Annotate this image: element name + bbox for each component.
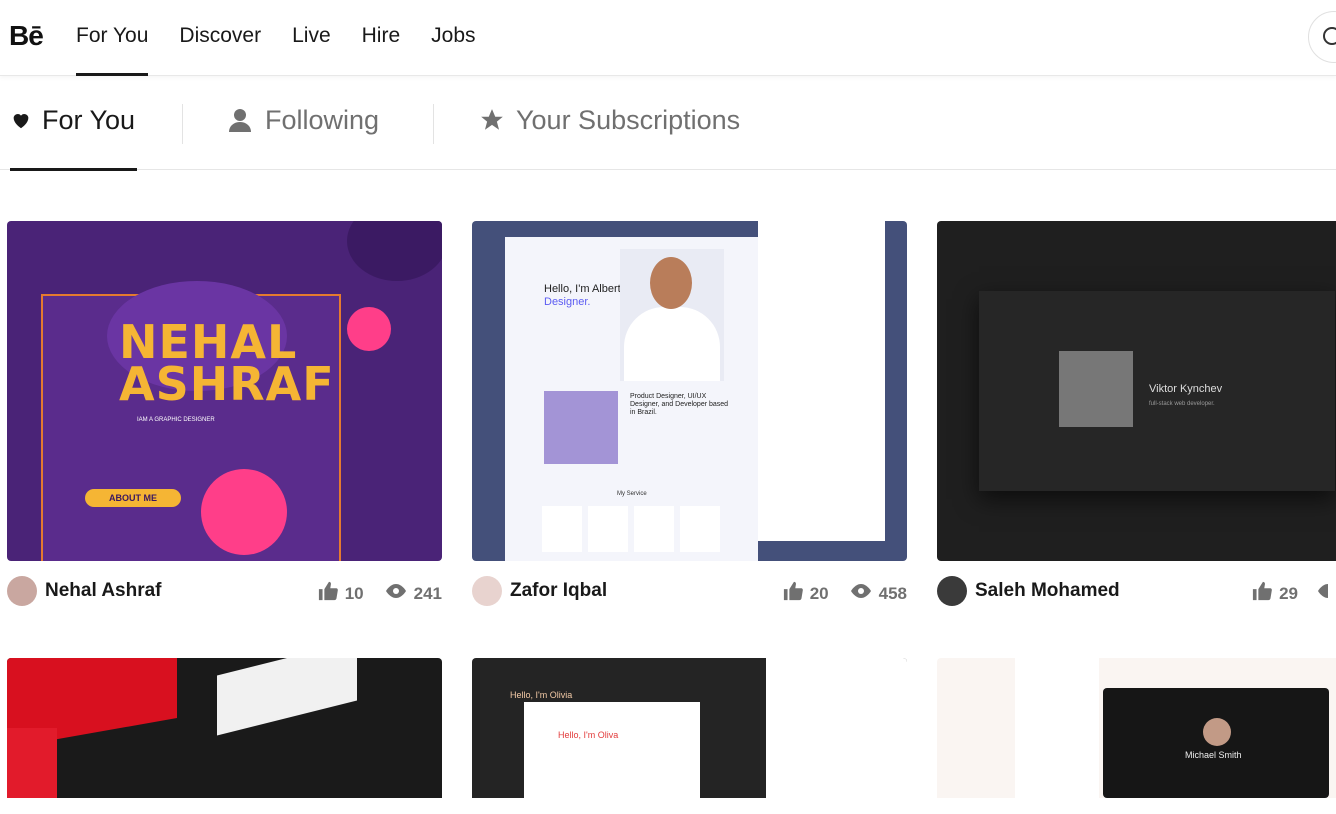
tab-following-label: Following [265,105,380,135]
project-thumbnail[interactable]: Michael Smith [937,658,1336,798]
project-meta: Zafor Iqbal 20 458 [472,576,907,608]
search-icon [1323,27,1336,45]
avatar[interactable] [937,576,967,606]
thumb-column [766,658,907,798]
thumbs-up-icon [317,581,339,606]
likes-count: 29 [1279,583,1298,603]
avatar[interactable] [472,576,502,606]
thumb-photo [544,391,618,464]
views-count: 458 [878,583,907,603]
project-thumbnail[interactable]: Hello, I'm Albert, a UI/UX Designer. Prod… [472,221,907,561]
project-stats: 29 [1251,581,1336,606]
thumb-avatar [1203,718,1231,746]
project-stats: 20 458 [782,581,907,606]
project-stats: 10 241 [317,581,442,606]
tab-following[interactable]: Following [227,105,379,169]
project-thumbnail[interactable]: Viktor Kynchev full-stack web developer. [937,221,1336,561]
feed-tabs: For You Following Your Subscriptions [0,76,1336,171]
project-thumbnail[interactable]: NEHAL ASHRAF IAM A GRAPHIC DESIGNER ABOU… [7,221,442,561]
project-meta: Nehal Ashraf 10 241 [7,576,442,608]
thumb-portrait [620,249,724,381]
tab-subscriptions[interactable]: Your Subscriptions [478,105,740,169]
eye-icon [849,583,873,604]
decor-shape [634,506,674,552]
thumbs-up-icon [1251,581,1273,606]
thumb-hello-accent: Designer. [544,296,591,308]
eye-icon [384,583,408,604]
owner-name[interactable]: Nehal Ashraf [45,580,162,602]
thumb-name: Viktor Kynchev [1149,383,1223,395]
thumb-service: My Service [617,491,647,497]
project-meta: Saleh Mohamed 29 [937,576,1336,608]
views-count: 241 [413,583,442,603]
thumb-hero-text: Hello, I'm Oliva [558,730,619,740]
avatar[interactable] [7,576,37,606]
thumb-photo [1059,351,1133,427]
thumb-hero [524,702,700,798]
heart-icon [10,107,32,138]
person-icon [227,107,255,140]
thumb-about-button: ABOUT ME [85,489,181,507]
decor-shape [588,506,628,552]
tab-subscriptions-label: Your Subscriptions [516,105,741,135]
project-thumbnail[interactable] [7,658,442,798]
tab-divider [182,104,183,144]
thumb-hello: Hello, I'm Olivia [510,690,573,700]
thumb-role: full-stack web developer. [1149,401,1215,407]
star-icon [478,107,506,140]
main-nav: For You Discover Live Hire Jobs [76,0,507,76]
owner-name[interactable]: Zafor Iqbal [510,580,607,602]
decor-shape [680,506,720,552]
nav-hire[interactable]: Hire [362,0,401,76]
tab-for-you-label: For You [42,105,136,135]
eye-icon [1318,583,1336,604]
top-navbar: Bē For You Discover Live Hire Jobs [0,0,1336,76]
tab-for-you[interactable]: For You [10,105,137,171]
nav-live[interactable]: Live [292,0,331,76]
thumb-title: NEHAL ASHRAF [119,319,335,411]
decor-shape [217,658,357,736]
decor-shape [347,221,442,281]
likes-count: 10 [344,583,364,603]
decor-shape [347,307,391,351]
thumbs-up-icon [782,581,804,606]
behance-logo[interactable]: Bē [9,20,44,52]
decor-shape [7,728,57,798]
thumb-title-line: ASHRAF [119,357,335,411]
nav-for-you[interactable]: For You [76,0,149,76]
thumb-grid [1015,658,1099,798]
likes-count: 20 [809,583,829,603]
decor-shape [201,469,287,555]
nav-jobs[interactable]: Jobs [431,0,475,76]
decor-shape [650,257,692,309]
decor-shape [624,307,720,381]
decor-shape [542,506,582,552]
thumb-tagline: IAM A GRAPHIC DESIGNER [137,417,215,423]
search-button[interactable] [1308,11,1336,63]
project-thumbnail[interactable]: Hello, I'm Olivia Hello, I'm Oliva [472,658,907,798]
thumb-page [758,221,885,541]
tab-divider [433,104,434,144]
thumb-product-text: Product Designer, UI/UX Designer, and De… [630,393,729,416]
thumb-name: Michael Smith [1185,750,1242,760]
nav-discover[interactable]: Discover [179,0,261,76]
owner-name[interactable]: Saleh Mohamed [975,580,1120,602]
